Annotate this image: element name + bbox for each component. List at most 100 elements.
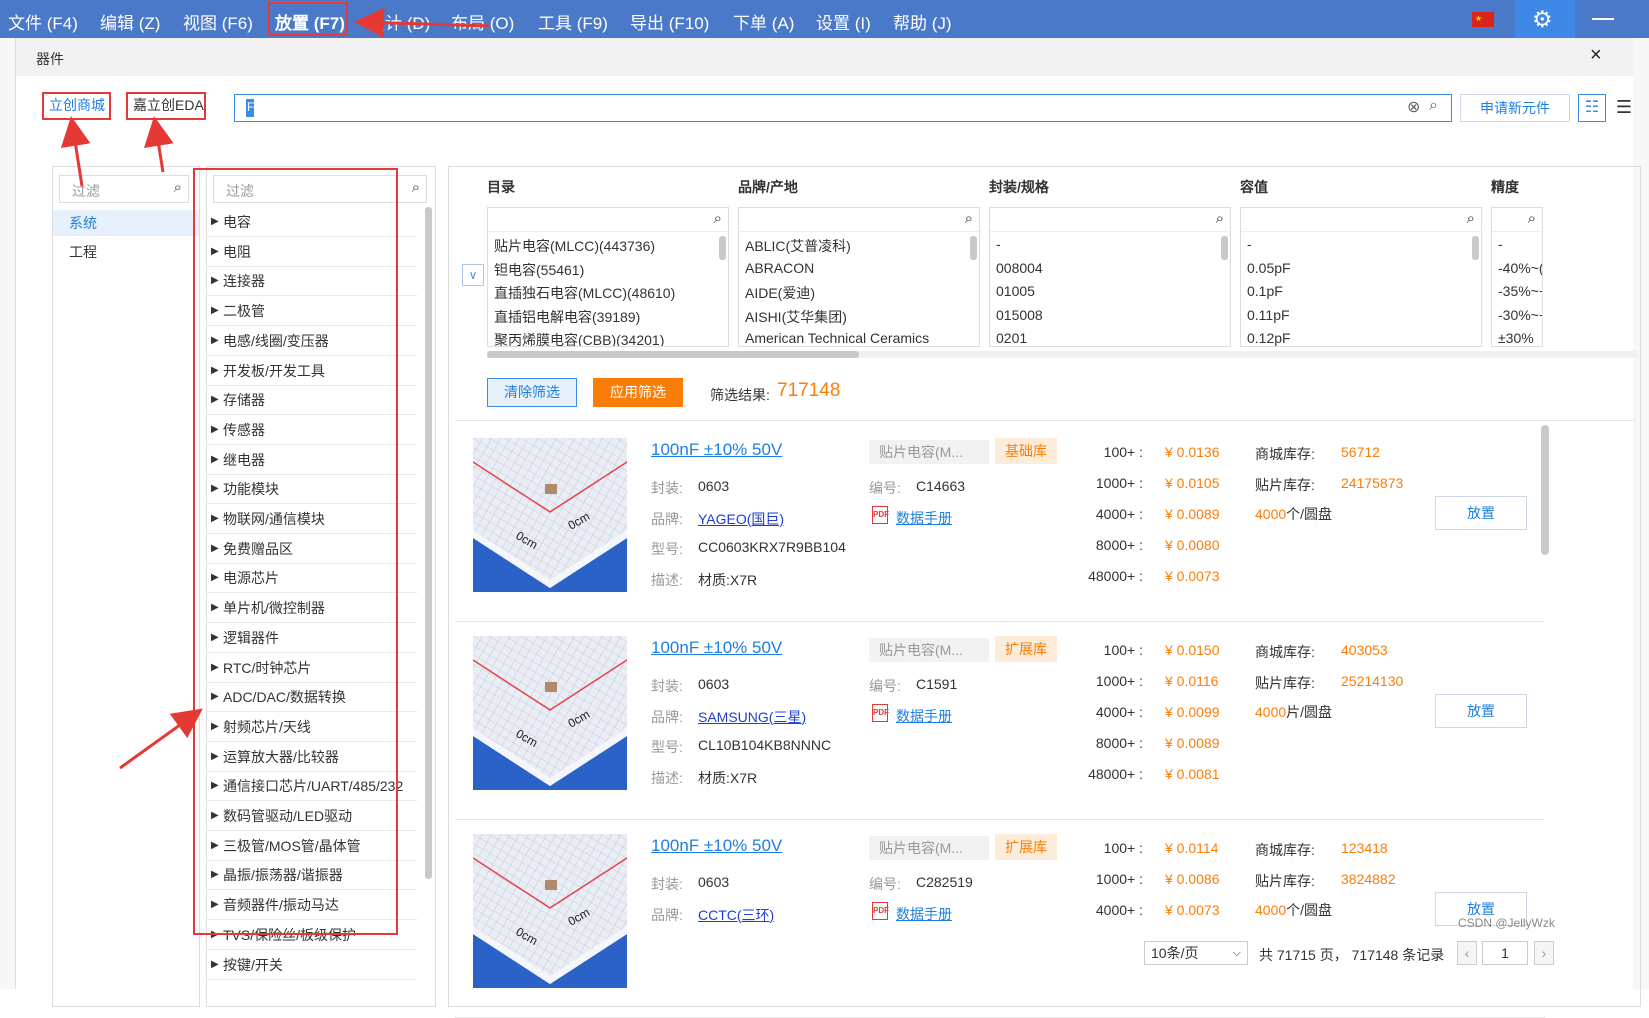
filter-hscrollbar[interactable] — [487, 351, 1637, 358]
list-view-icon[interactable]: ☰ — [1610, 94, 1638, 122]
place-button[interactable]: 放置 — [1435, 496, 1527, 530]
filter-list[interactable]: ⌕ ABLIC(艾普凌科) ABRACON AIDE(爱迪) AISHI(艾华集团) Am… — [738, 207, 980, 347]
menu-order[interactable]: 下单 (A) — [733, 9, 794, 34]
page-number-input[interactable]: 1 — [1482, 941, 1528, 965]
datasheet-link[interactable]: 数据手册 — [896, 706, 952, 726]
menu-help[interactable]: 帮助 (J) — [893, 9, 952, 34]
menu-settings[interactable]: 设置 (I) — [816, 9, 871, 34]
filter-search-input[interactable]: ⌕ — [739, 208, 979, 232]
nav-item-system[interactable]: 系统 — [53, 210, 199, 236]
datasheet-link[interactable]: 数据手册 — [896, 508, 952, 528]
filter-option[interactable]: 0.12pF — [1247, 330, 1291, 346]
menu-edit[interactable]: 编辑 (Z) — [100, 9, 160, 34]
price-value: ¥ 0.0081 — [1165, 766, 1220, 782]
filter-option[interactable]: AIDE(爱迪) — [745, 283, 815, 303]
minimize-icon[interactable] — [1592, 18, 1614, 20]
filter-option[interactable]: ABRACON — [745, 260, 814, 276]
filter-search-input[interactable]: ⌕ — [990, 208, 1230, 232]
prev-page-button[interactable]: ‹ — [1457, 941, 1477, 965]
field-label: 型号: — [651, 739, 683, 755]
menu-layout[interactable]: 布局 (O) — [451, 9, 514, 34]
filter-option[interactable]: - — [996, 236, 1001, 252]
card-view-icon[interactable]: ☷ — [1578, 94, 1606, 122]
filter-scrollbar[interactable] — [1221, 236, 1228, 260]
datasheet-link[interactable]: 数据手册 — [896, 904, 952, 924]
language-flag-icon[interactable]: ★ — [1472, 12, 1494, 27]
filter-option[interactable]: 0.1pF — [1247, 283, 1283, 299]
menu-file[interactable]: 文件 (F4) — [8, 9, 78, 34]
filter-search-input[interactable]: ⌕ — [1241, 208, 1481, 232]
clear-filter-button[interactable]: 清除筛选 — [487, 378, 577, 407]
menu-view[interactable]: 视图 (F6) — [183, 9, 253, 34]
menu-design[interactable]: 设计 (D) — [368, 9, 430, 34]
filter-option[interactable]: -35%~+ — [1498, 283, 1542, 299]
search-value: F — [247, 100, 255, 114]
annotation-box-lcsc — [42, 92, 111, 120]
filter-option[interactable]: 008004 — [996, 260, 1043, 276]
result-label: 筛选结果: — [710, 387, 770, 403]
product-title-link[interactable]: 100nF ±10% 50V — [651, 638, 782, 658]
filter-option[interactable]: 贴片电容(MLCC)(443736) — [494, 236, 655, 256]
brand-link[interactable]: YAGEO(国巨) — [698, 509, 784, 529]
filter-option[interactable]: -40%~( — [1498, 260, 1542, 276]
filter-option[interactable]: 钽电容(55461) — [494, 260, 584, 280]
filter-option[interactable]: ABLIC(艾普凌科) — [745, 236, 851, 256]
category-item[interactable]: ▶ 按键/开关 — [207, 950, 417, 980]
brand-link[interactable]: SAMSUNG(三星) — [698, 707, 806, 727]
filter-search-input[interactable]: ⌕ — [488, 208, 728, 232]
filter-option[interactable]: 直插独石电容(MLCC)(48610) — [494, 283, 675, 303]
close-icon[interactable]: × — [1590, 44, 1602, 67]
nav-filter-input[interactable]: 过滤 ⌕ — [59, 175, 189, 203]
search-icon: ⌕ — [1527, 210, 1536, 227]
search-icon[interactable]: ⌕ — [1429, 97, 1438, 115]
filter-list[interactable]: ⌕ - 0.05pF 0.1pF 0.11pF 0.12pF — [1240, 207, 1482, 347]
filter-list[interactable]: ⌕ - 008004 01005 015008 0201 — [989, 207, 1231, 347]
filter-header: 品牌/产地 — [738, 179, 798, 195]
nav-item-project[interactable]: 工程 — [53, 239, 199, 265]
chevron-down-icon: ⌵ — [1232, 947, 1241, 959]
filter-search-input[interactable]: ⌕ — [1492, 208, 1542, 232]
menu-export[interactable]: 导出 (F10) — [630, 9, 709, 34]
filter-scrollbar[interactable] — [970, 236, 977, 260]
stock-value: 25214130 — [1341, 673, 1404, 689]
settings-button[interactable]: ⚙ — [1515, 0, 1575, 38]
field-value: 材质:X7R — [698, 571, 758, 588]
product-title-link[interactable]: 100nF ±10% 50V — [651, 836, 782, 856]
page-size-select[interactable]: ⌵ 10条/页 — [1144, 941, 1248, 965]
filter-option[interactable]: ±30% — [1498, 330, 1534, 346]
filter-option[interactable]: 01005 — [996, 283, 1035, 299]
next-page-button[interactable]: › — [1534, 941, 1554, 965]
filter-option[interactable]: - — [1247, 236, 1252, 252]
filter-list[interactable]: ⌕ 贴片电容(MLCC)(443736) 钽电容(55461) 直插独石电容(MLCC… — [487, 207, 729, 347]
reel-qty: 4000 — [1255, 902, 1287, 918]
filter-scrollbar[interactable] — [719, 236, 726, 260]
filter-option[interactable]: 015008 — [996, 307, 1043, 323]
stock-label: 商城库存: — [1255, 842, 1315, 858]
filter-option[interactable]: 0201 — [996, 330, 1027, 346]
filter-option[interactable]: - — [1498, 236, 1503, 252]
apply-filter-button[interactable]: 应用筛选 — [593, 378, 683, 407]
filter-scrollbar[interactable] — [1472, 236, 1479, 260]
code-value: C1591 — [916, 676, 958, 692]
filter-option[interactable]: 直插铝电解电容(39189) — [494, 307, 640, 327]
brand-link[interactable]: CCTC(三环) — [698, 905, 774, 925]
search-input[interactable]: F ⊗ ⌕ — [234, 94, 1452, 122]
price-value: ¥ 0.0136 — [1165, 444, 1220, 460]
category-scrollbar[interactable] — [425, 207, 432, 879]
place-button[interactable]: 放置 — [1435, 694, 1527, 728]
filter-option[interactable]: 0.05pF — [1247, 260, 1291, 276]
filter-option[interactable]: American Technical Ceramics — [745, 330, 929, 346]
filter-option[interactable]: AISHI(艾华集团) — [745, 307, 847, 327]
filter-list[interactable]: ⌕ - -40%~( -35%~+ -30%~+ ±30% — [1491, 207, 1543, 347]
stock-value: 56712 — [1341, 444, 1380, 460]
chevron-down-icon[interactable]: ∨ — [462, 264, 484, 286]
apply-new-component-button[interactable]: 申请新元件 — [1460, 94, 1570, 122]
filter-option[interactable]: 0.11pF — [1247, 307, 1290, 323]
filter-option[interactable]: -30%~+ — [1498, 307, 1542, 323]
menu-tools[interactable]: 工具 (F9) — [538, 9, 608, 34]
filter-option[interactable]: 聚丙烯膜电容(CBB)(34201) — [494, 330, 664, 346]
product-scrollbar[interactable] — [1541, 425, 1549, 555]
clear-icon[interactable]: ⊗ — [1407, 97, 1420, 117]
field-label: 描述: — [651, 769, 683, 786]
product-title-link[interactable]: 100nF ±10% 50V — [651, 440, 782, 460]
